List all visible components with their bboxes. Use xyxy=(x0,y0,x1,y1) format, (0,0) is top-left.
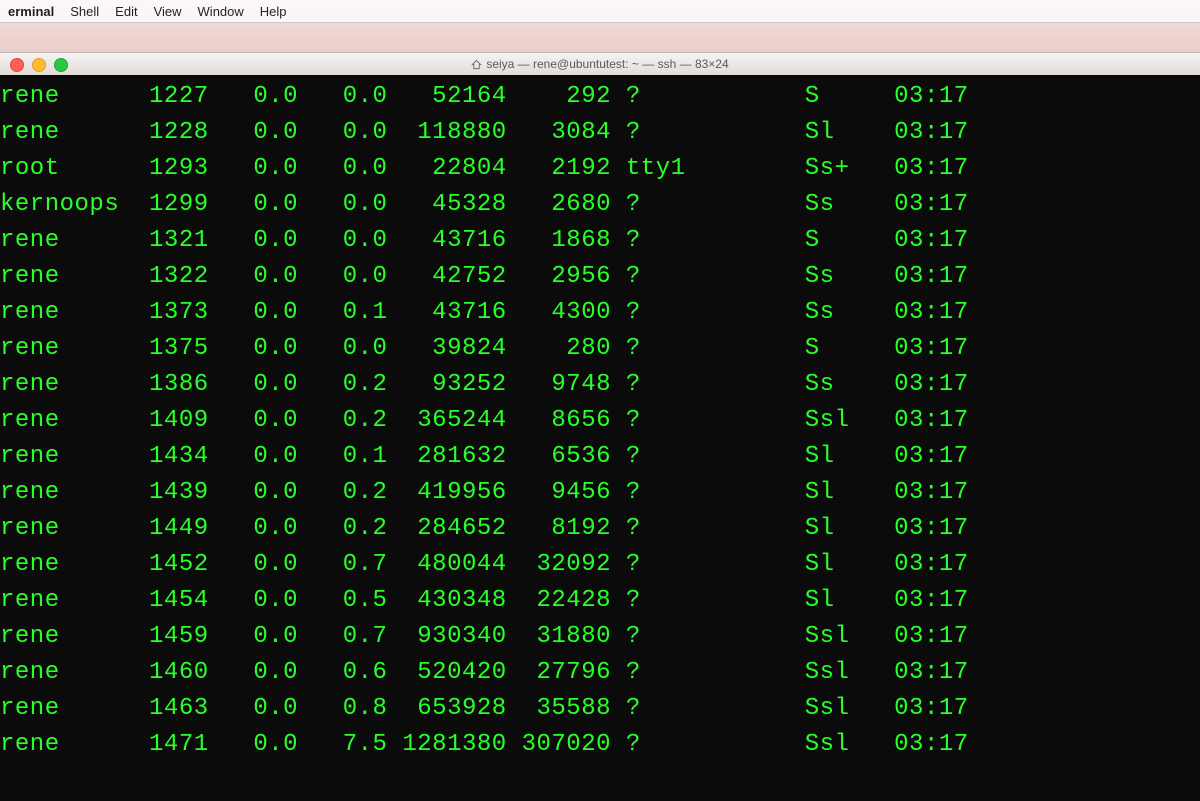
process-row: rene 1439 0.0 0.2 419956 9456 ? Sl 03:17 xyxy=(0,475,1200,511)
process-row: rene 1228 0.0 0.0 118880 3084 ? Sl 03:17 xyxy=(0,115,1200,151)
terminal-output[interactable]: rene 1227 0.0 0.0 52164 292 ? S 03:17ren… xyxy=(0,75,1200,801)
menu-edit[interactable]: Edit xyxy=(115,4,137,19)
process-row: rene 1463 0.0 0.8 653928 35588 ? Ssl 03:… xyxy=(0,691,1200,727)
home-icon xyxy=(471,59,482,70)
process-row: rene 1459 0.0 0.7 930340 31880 ? Ssl 03:… xyxy=(0,619,1200,655)
minimize-icon[interactable] xyxy=(32,58,46,72)
process-row: rene 1375 0.0 0.0 39824 280 ? S 03:17 xyxy=(0,331,1200,367)
process-row: rene 1471 0.0 7.5 1281380 307020 ? Ssl 0… xyxy=(0,727,1200,763)
process-row: kernoops 1299 0.0 0.0 45328 2680 ? Ss 03… xyxy=(0,187,1200,223)
process-row: rene 1409 0.0 0.2 365244 8656 ? Ssl 03:1… xyxy=(0,403,1200,439)
process-row: rene 1227 0.0 0.0 52164 292 ? S 03:17 xyxy=(0,79,1200,115)
process-row: rene 1322 0.0 0.0 42752 2956 ? Ss 03:17 xyxy=(0,259,1200,295)
process-row: rene 1452 0.0 0.7 480044 32092 ? Sl 03:1… xyxy=(0,547,1200,583)
window-titlebar[interactable]: seiya — rene@ubuntutest: ~ — ssh — 83×24 xyxy=(0,53,1200,76)
process-row: rene 1321 0.0 0.0 43716 1868 ? S 03:17 xyxy=(0,223,1200,259)
menubar-app-name[interactable]: erminal xyxy=(8,4,54,19)
process-row: rene 1460 0.0 0.6 520420 27796 ? Ssl 03:… xyxy=(0,655,1200,691)
window-title: seiya — rene@ubuntutest: ~ — ssh — 83×24 xyxy=(471,57,728,71)
zoom-icon[interactable] xyxy=(54,58,68,72)
menu-window[interactable]: Window xyxy=(198,4,244,19)
process-row: rene 1449 0.0 0.2 284652 8192 ? Sl 03:17 xyxy=(0,511,1200,547)
menu-help[interactable]: Help xyxy=(260,4,287,19)
process-row: root 1293 0.0 0.0 22804 2192 tty1 Ss+ 03… xyxy=(0,151,1200,187)
process-row: rene 1454 0.0 0.5 430348 22428 ? Sl 03:1… xyxy=(0,583,1200,619)
mac-menubar: erminal Shell Edit View Window Help xyxy=(0,0,1200,23)
terminal-window: seiya — rene@ubuntutest: ~ — ssh — 83×24… xyxy=(0,52,1200,801)
window-traffic-lights xyxy=(10,58,68,72)
menu-view[interactable]: View xyxy=(154,4,182,19)
process-row: rene 1434 0.0 0.1 281632 6536 ? Sl 03:17 xyxy=(0,439,1200,475)
menu-shell[interactable]: Shell xyxy=(70,4,99,19)
close-icon[interactable] xyxy=(10,58,24,72)
window-title-text: seiya — rene@ubuntutest: ~ — ssh — 83×24 xyxy=(486,57,728,71)
process-row: rene 1373 0.0 0.1 43716 4300 ? Ss 03:17 xyxy=(0,295,1200,331)
process-row: rene 1386 0.0 0.2 93252 9748 ? Ss 03:17 xyxy=(0,367,1200,403)
